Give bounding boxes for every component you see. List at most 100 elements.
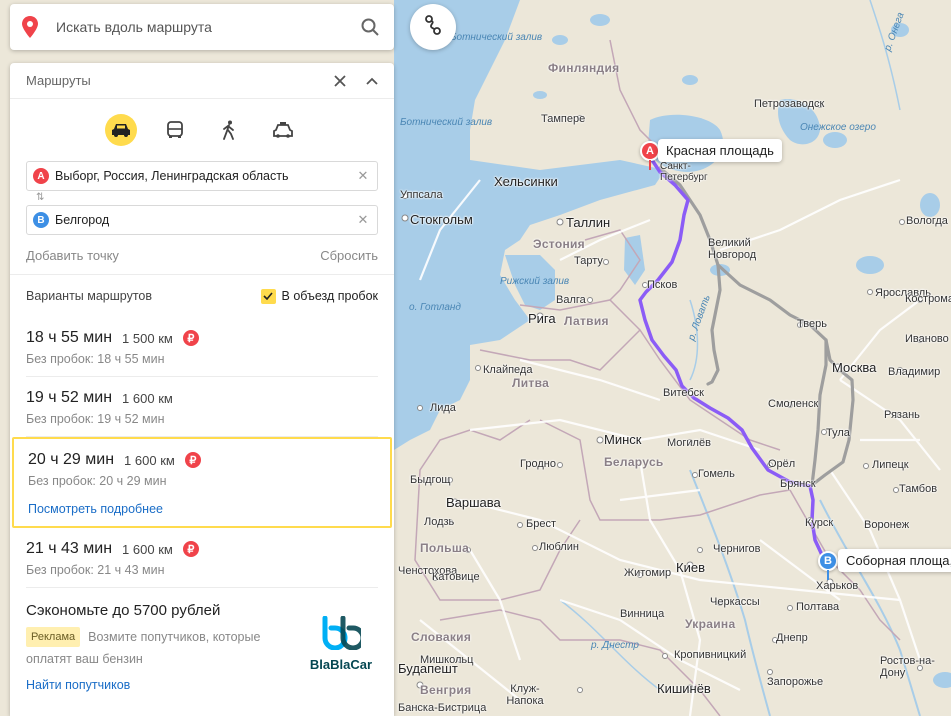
country-label: Украина: [685, 617, 736, 631]
city-label: Санкт-Петербург: [660, 161, 708, 183]
point-b-field[interactable]: B Белгород ✕: [26, 205, 378, 235]
route-distance: 1 600 км: [122, 390, 173, 406]
city-label: Люблин: [539, 541, 579, 553]
country-label: Латвия: [564, 314, 609, 328]
point-b-text[interactable]: Белгород: [55, 213, 355, 227]
route-details-link[interactable]: Посмотреть подробнее: [28, 502, 376, 516]
city-label: Липецк: [872, 459, 909, 471]
route-main: 20 ч 29 мин 1 600 км ₽: [28, 449, 376, 471]
city-label: Винница: [620, 608, 665, 620]
city-label: Смоленск: [768, 398, 819, 410]
route-time: 19 ч 52 мин: [26, 389, 113, 406]
city-label: Валга: [556, 294, 586, 306]
taxi-icon: [273, 122, 293, 138]
pin-b-letter: B: [824, 555, 832, 567]
blablacar-logo-text: BlaBlaCar: [309, 657, 373, 672]
ad-badge: Реклама: [26, 627, 81, 647]
city-label: Тула: [826, 427, 850, 439]
blablacar-logo-icon: [322, 615, 366, 651]
water-label: Ботнический залив: [450, 32, 543, 43]
pedestrian-icon: [223, 120, 234, 140]
city-label: Варшава: [446, 495, 501, 510]
city-label: Воронеж: [864, 519, 910, 531]
route-no-traffic: Без пробок: 19 ч 52 мин: [26, 412, 165, 426]
city-label: Витебск: [663, 387, 704, 399]
route-time: 18 ч 55 мин: [26, 329, 113, 346]
route-option[interactable]: 18 ч 55 мин 1 500 км ₽ Без пробок: 18 ч …: [26, 317, 378, 377]
city-label: Владимир: [888, 366, 941, 378]
city-label: Тампере: [541, 113, 586, 125]
city-label: Брест: [526, 518, 556, 530]
city-label: Будапешт: [398, 661, 458, 676]
close-icon[interactable]: [324, 65, 356, 97]
reset-link[interactable]: Сбросить: [320, 248, 378, 274]
city-label: Петрозаводск: [754, 98, 825, 110]
city-label: Житомир: [624, 567, 672, 579]
blablacar-promo: Сэкономьте до 5700 рублей Реклама Возмит…: [10, 588, 394, 706]
route-main: 21 ч 43 мин 1 600 км ₽: [26, 538, 378, 560]
search-icon[interactable]: [358, 15, 382, 39]
city-label: Кострома: [905, 293, 951, 305]
city-label: Рига: [528, 311, 556, 326]
city-label: Хельсинки: [494, 174, 558, 189]
route-time: 21 ч 43 мин: [26, 540, 113, 557]
point-actions: Добавить точку Сбросить: [10, 235, 394, 275]
clear-point-b-icon[interactable]: ✕: [355, 212, 371, 228]
city-label: Лодзь: [424, 516, 455, 528]
city-label: Катовице: [432, 571, 480, 583]
avoid-traffic-toggle[interactable]: В объезд пробок: [260, 288, 378, 304]
walk-mode-button[interactable]: [213, 114, 245, 146]
clear-point-a-icon[interactable]: ✕: [355, 168, 371, 184]
taxi-mode-button[interactable]: [267, 114, 299, 146]
city-label: Харьков: [816, 580, 859, 592]
panel-header: Маршруты: [10, 63, 394, 99]
city-label-moscow: Москва: [832, 360, 877, 375]
location-pin-icon: [22, 16, 38, 38]
add-point-link[interactable]: Добавить точку: [26, 248, 119, 274]
pin-a-label[interactable]: Красная площадь: [658, 139, 782, 162]
water-label: Рижский залив: [500, 276, 570, 287]
city-label: Великий Новгород: [708, 237, 757, 261]
chevron-up-icon[interactable]: [356, 65, 388, 97]
point-a-field[interactable]: A Выборг, Россия, Ленинградская область …: [26, 161, 378, 191]
city-label: Быдгощ: [410, 474, 451, 486]
city-label: Рязань: [884, 409, 920, 421]
pin-b-marker[interactable]: B: [818, 551, 838, 571]
city-label: Таллин: [566, 215, 611, 230]
city-label: Иваново: [905, 333, 949, 345]
blablacar-logo[interactable]: BlaBlaCar: [306, 615, 376, 672]
route-no-traffic: Без пробок: 18 ч 55 мин: [26, 352, 165, 366]
swap-points-icon[interactable]: ⇅: [36, 191, 394, 205]
city-label: Орёл: [768, 458, 796, 470]
city-label: Лида: [430, 402, 456, 414]
route-distance: 1 600 км: [122, 541, 173, 557]
point-a-text[interactable]: Выборг, Россия, Ленинградская область: [55, 169, 355, 183]
route-option[interactable]: 21 ч 43 мин 1 600 км ₽ Без пробок: 21 ч …: [26, 528, 378, 588]
city-label: Киев: [676, 560, 705, 575]
route-main: 18 ч 55 мин 1 500 км ₽: [26, 327, 378, 349]
country-label: Эстония: [533, 237, 585, 251]
car-mode-button[interactable]: [105, 114, 137, 146]
search-input[interactable]: [56, 19, 358, 35]
route-panel: Маршруты A Выборг, Россия, Ленинградская…: [10, 63, 394, 716]
country-label: Финляндия: [548, 61, 620, 75]
checkbox-checked-icon[interactable]: [260, 288, 276, 304]
toll-road-icon: ₽: [184, 452, 201, 468]
city-label: Полтава: [796, 601, 840, 613]
country-label: Словакия: [411, 630, 472, 644]
find-passengers-link[interactable]: Найти попутчиков: [26, 678, 378, 692]
pin-b-label[interactable]: Соборная площа,: [838, 549, 951, 572]
country-label: Венгрия: [420, 683, 472, 697]
route-time: 20 ч 29 мин: [28, 451, 115, 468]
pin-a-marker[interactable]: A: [640, 141, 660, 161]
route-icon: [422, 14, 444, 41]
city-label: Днепр: [776, 632, 808, 644]
country-label: Литва: [512, 376, 550, 390]
promo-text-1: Возмите попутчиков, которые: [88, 630, 261, 644]
route-layers-button[interactable]: [410, 4, 456, 50]
transit-mode-button[interactable]: [159, 114, 191, 146]
route-option[interactable]: 19 ч 52 мин 1 600 км Без пробок: 19 ч 52…: [26, 377, 378, 437]
pin-a-tip: [649, 160, 651, 170]
route-option-selected[interactable]: 20 ч 29 мин 1 600 км ₽ Без пробок: 20 ч …: [12, 437, 392, 528]
city-label: Кропивницкий: [674, 649, 747, 661]
